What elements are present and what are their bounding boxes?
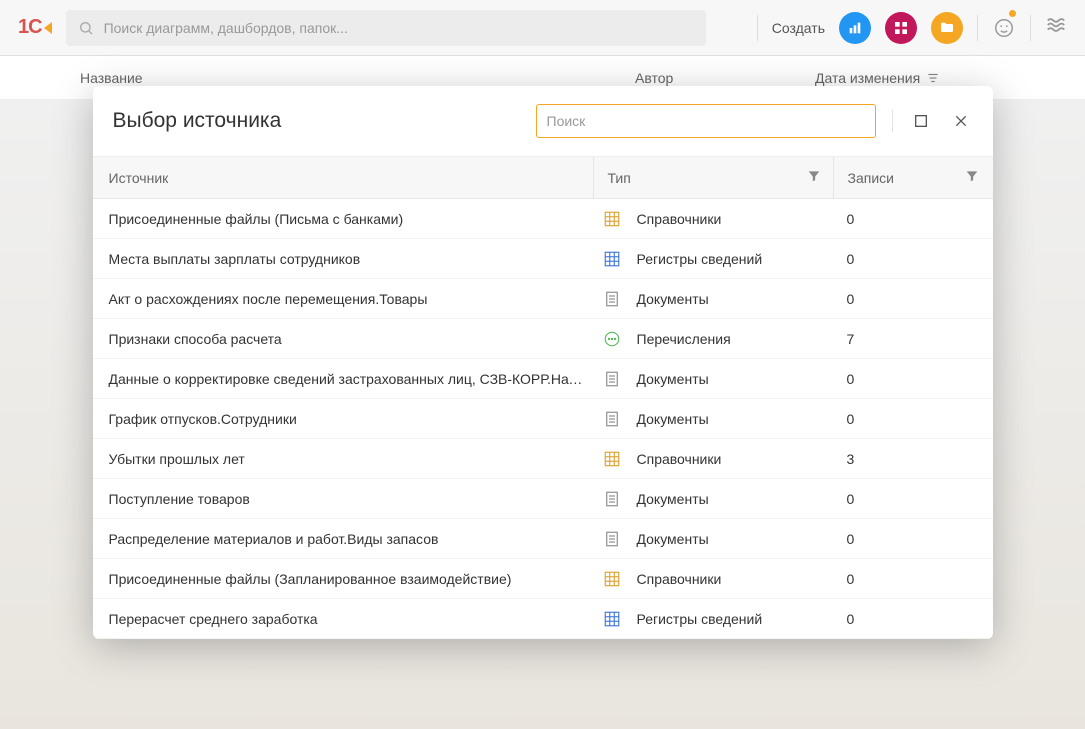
row-source: Убытки прошлых лет [93,451,593,467]
source-row[interactable]: Места выплаты зарплаты сотрудников Регист… [93,239,993,279]
row-type-label: Справочники [637,571,722,587]
row-type-label: Справочники [637,211,722,227]
row-source: Присоединенные файлы (Письма с банками) [93,211,593,227]
row-source: Распределение материалов и работ.Виды за… [93,531,593,547]
col-source[interactable]: Источник [93,170,593,186]
row-type: Регистры сведений [593,610,833,628]
col-type-label: Тип [608,170,631,186]
row-type: Документы [593,530,833,548]
row-records: 0 [833,371,993,387]
source-row[interactable]: Поступление товаров Документы 0 [93,479,993,519]
row-records: 0 [833,571,993,587]
row-type: Справочники [593,570,833,588]
close-button[interactable] [949,109,973,133]
row-records: 0 [833,251,993,267]
row-source: Присоединенные файлы (Запланированное вз… [93,571,593,587]
col-type[interactable]: Тип [593,157,833,198]
row-type-label: Регистры сведений [637,251,763,267]
row-source: Перерасчет среднего заработка [93,611,593,627]
filter-icon [965,169,979,183]
register-icon [603,610,621,628]
row-type-label: Документы [637,411,709,427]
row-type-label: Справочники [637,451,722,467]
row-type: Документы [593,290,833,308]
close-icon [953,113,969,129]
divider [892,110,893,132]
row-records: 0 [833,291,993,307]
catalog-icon [603,210,621,228]
maximize-button[interactable] [909,109,933,133]
modal-title: Выбор источника [113,109,282,133]
modal-header: Выбор источника [93,86,993,157]
row-records: 0 [833,531,993,547]
source-row[interactable]: Убытки прошлых лет Справочники 3 [93,439,993,479]
modal-columns-header: Источник Тип Записи [93,157,993,199]
row-source: Признаки способа расчета [93,331,593,347]
register-icon [603,250,621,268]
row-source: Места выплаты зарплаты сотрудников [93,251,593,267]
document-icon [603,290,621,308]
row-type: Регистры сведений [593,250,833,268]
document-icon [603,410,621,428]
row-records: 0 [833,611,993,627]
document-icon [603,370,621,388]
row-type-label: Документы [637,291,709,307]
row-records: 7 [833,331,993,347]
row-records: 0 [833,491,993,507]
catalog-icon [603,450,621,468]
col-records-label: Записи [848,170,894,186]
source-picker-modal: Выбор источника Источник Тип [93,86,993,639]
row-records: 0 [833,211,993,227]
source-row[interactable]: График отпусков.Сотрудники Документы 0 [93,399,993,439]
catalog-icon [603,570,621,588]
modal-search-input[interactable] [547,113,865,129]
row-source: Поступление товаров [93,491,593,507]
row-source: График отпусков.Сотрудники [93,411,593,427]
row-type-label: Перечисления [637,331,731,347]
source-row[interactable]: Присоединенные файлы (Запланированное вз… [93,559,993,599]
source-row[interactable]: Присоединенные файлы (Письма с банками) С… [93,199,993,239]
maximize-icon [913,113,929,129]
row-source: Данные о корректировке сведений застрахо… [93,371,593,387]
col-records[interactable]: Записи [833,157,993,198]
modal-search[interactable] [536,104,876,138]
filter-records-button[interactable] [965,169,979,186]
row-type-label: Регистры сведений [637,611,763,627]
row-type: Справочники [593,450,833,468]
row-type: Документы [593,490,833,508]
modal-backdrop: Выбор источника Источник Тип [0,0,1085,729]
row-type: Документы [593,410,833,428]
row-source: Акт о расхождениях после перемещения.Тов… [93,291,593,307]
row-records: 0 [833,411,993,427]
row-type: Справочники [593,210,833,228]
source-row[interactable]: Акт о расхождениях после перемещения.Тов… [93,279,993,319]
filter-icon [807,169,821,183]
row-type-label: Документы [637,371,709,387]
source-row[interactable]: Признаки способа расчета Перечисления 7 [93,319,993,359]
row-type: Документы [593,370,833,388]
col-source-label: Источник [109,170,169,186]
row-type: Перечисления [593,330,833,348]
enum-icon [603,330,621,348]
document-icon [603,530,621,548]
document-icon [603,490,621,508]
source-row[interactable]: Данные о корректировке сведений застрахо… [93,359,993,399]
source-row[interactable]: Перерасчет среднего заработка Регистры св… [93,599,993,639]
row-type-label: Документы [637,531,709,547]
filter-type-button[interactable] [807,169,821,186]
source-row[interactable]: Распределение материалов и работ.Виды за… [93,519,993,559]
source-rows: Присоединенные файлы (Письма с банками) С… [93,199,993,639]
row-type-label: Документы [637,491,709,507]
row-records: 3 [833,451,993,467]
